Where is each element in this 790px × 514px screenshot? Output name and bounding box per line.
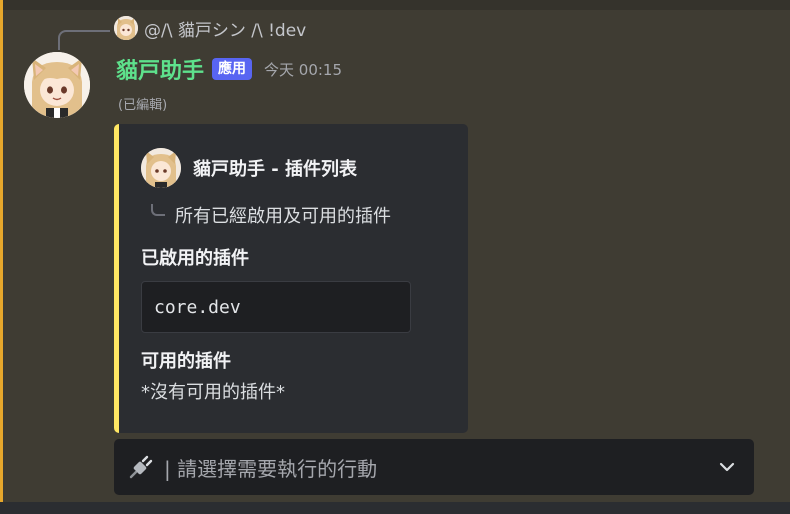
embed-description-text: 所有已經啟用及可用的插件 bbox=[175, 206, 391, 227]
reply-spine bbox=[58, 30, 110, 50]
embed-card: 貓戸助手 - 插件列表 所有已經啟用及可用的插件 已啟用的插件 core.dev… bbox=[114, 124, 468, 433]
embed-author-icon bbox=[141, 148, 181, 188]
mention-highlight-bar bbox=[0, 0, 3, 514]
bottom-strip bbox=[0, 502, 790, 514]
chevron-down-icon[interactable] bbox=[718, 458, 736, 476]
reply-reference[interactable]: @/\ 貓戸シン /\ !dev bbox=[114, 16, 306, 41]
available-plugins-value: *沒有可用的插件* bbox=[141, 382, 285, 403]
embed-description: 所有已經啟用及可用的插件 bbox=[151, 202, 391, 228]
select-placeholder: | 請選擇需要執行的行動 bbox=[164, 456, 378, 481]
field-available-plugins-name: 可用的插件 bbox=[141, 351, 231, 372]
top-strip bbox=[0, 0, 790, 10]
reply-avatar[interactable] bbox=[114, 16, 138, 40]
edited-label: (已編輯) bbox=[118, 98, 168, 113]
plug-icon bbox=[129, 455, 153, 479]
username[interactable]: 貓戸助手 bbox=[116, 53, 204, 85]
enabled-plugins-code-block: core.dev bbox=[141, 281, 411, 333]
timestamp[interactable]: 今天 00:15 bbox=[264, 59, 342, 80]
embed-author: 貓戸助手 - 插件列表 bbox=[141, 148, 357, 188]
reply-text[interactable]: @/\ 貓戸シン /\ !dev bbox=[144, 16, 306, 41]
app-badge: 應用 bbox=[212, 58, 253, 80]
action-select-menu[interactable]: | 請選擇需要執行的行動 bbox=[114, 439, 754, 495]
embed-title: 貓戸助手 - 插件列表 bbox=[193, 159, 358, 180]
field-enabled-plugins-name: 已啟用的插件 bbox=[141, 248, 249, 269]
author-avatar[interactable] bbox=[24, 52, 90, 118]
description-corner-icon bbox=[151, 204, 165, 216]
message-header: 貓戸助手 應用 今天 00:15 bbox=[116, 52, 342, 86]
